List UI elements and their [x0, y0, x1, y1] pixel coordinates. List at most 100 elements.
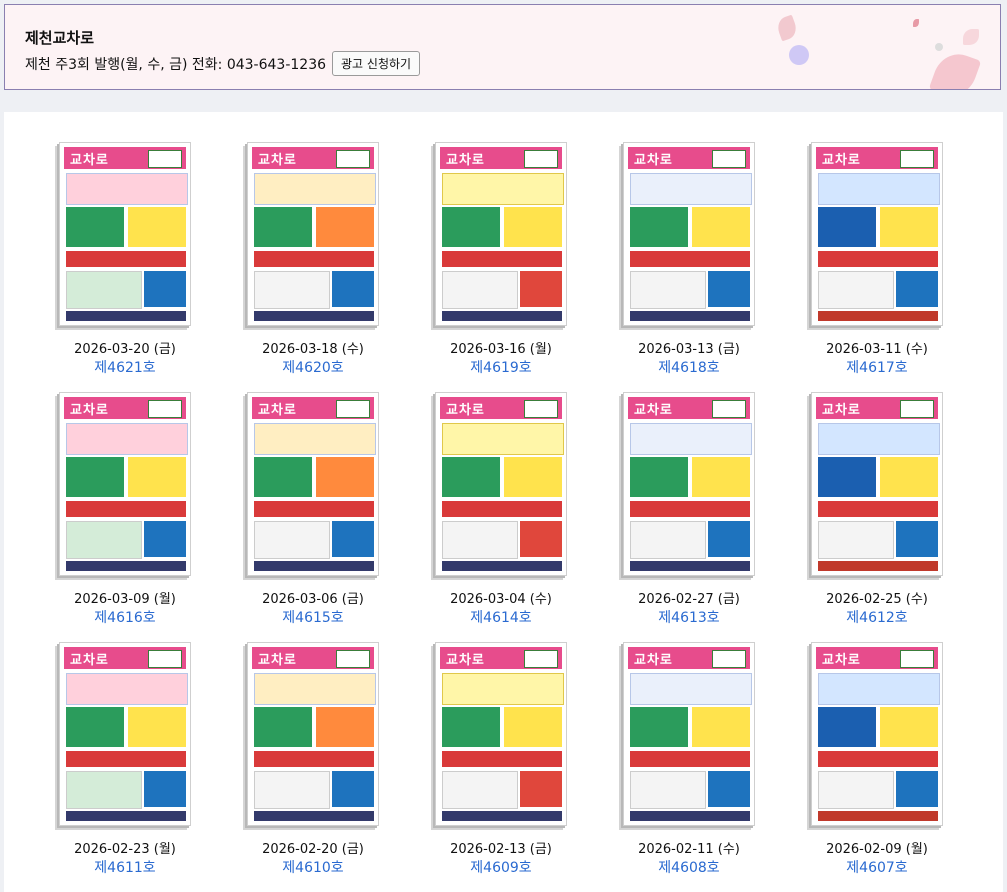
ad-block: [254, 811, 374, 821]
masthead-text: 교차로: [822, 402, 861, 418]
ad-block: [442, 771, 518, 809]
masthead-badge: [900, 400, 934, 418]
ad-block: [818, 561, 938, 571]
ad-block: [66, 423, 188, 455]
ad-block: [630, 771, 706, 809]
masthead-text: 교차로: [446, 652, 485, 668]
issue-card: 교차로 2026-03-16 (월) 제4619호: [435, 142, 567, 377]
masthead: 교차로: [440, 147, 562, 169]
ad-block: [442, 521, 518, 559]
ad-block: [442, 457, 500, 497]
publication-info-text: 제천 주3회 발행(월, 수, 금) 전화: 043-643-1236: [25, 56, 327, 73]
ad-block: [818, 207, 876, 247]
issue-number-link[interactable]: 제4610호: [282, 857, 343, 877]
issue-number-link[interactable]: 제4620호: [282, 357, 343, 377]
masthead: 교차로: [816, 647, 938, 669]
issue-cover-thumbnail[interactable]: 교차로: [811, 642, 943, 826]
ad-block: [708, 271, 750, 307]
ad-block: [254, 457, 312, 497]
issue-number-link[interactable]: 제4607호: [846, 857, 907, 877]
ad-block: [818, 423, 940, 455]
ad-block: [254, 673, 376, 705]
ad-block: [128, 707, 186, 747]
masthead-text: 교차로: [258, 152, 297, 168]
issue-cover-thumbnail[interactable]: 교차로: [435, 142, 567, 326]
issue-date: 2026-02-11 (수): [638, 842, 740, 857]
issue-cover-thumbnail[interactable]: 교차로: [623, 142, 755, 326]
issue-number-link[interactable]: 제4619호: [470, 357, 531, 377]
ad-block: [630, 501, 750, 517]
issue-cover-thumbnail[interactable]: 교차로: [435, 642, 567, 826]
ad-block: [144, 521, 186, 557]
ad-block: [818, 311, 938, 321]
ad-block: [818, 521, 894, 559]
issue-date: 2026-03-06 (금): [262, 592, 364, 607]
ad-block: [818, 707, 876, 747]
issue-cover-thumbnail[interactable]: 교차로: [623, 392, 755, 576]
ad-block: [254, 423, 376, 455]
ad-block: [66, 311, 186, 321]
issue-card: 교차로 2026-03-04 (수) 제4614호: [435, 392, 567, 627]
ad-request-button[interactable]: 광고 신청하기: [332, 51, 421, 76]
issue-cover-thumbnail[interactable]: 교차로: [435, 392, 567, 576]
ad-block: [442, 501, 562, 517]
issue-cover-thumbnail[interactable]: 교차로: [247, 142, 379, 326]
masthead: 교차로: [252, 647, 374, 669]
issue-number-link[interactable]: 제4608호: [658, 857, 719, 877]
issue-number-link[interactable]: 제4611호: [94, 857, 155, 877]
masthead-text: 교차로: [822, 652, 861, 668]
ad-block: [66, 811, 186, 821]
issue-cover-thumbnail[interactable]: 교차로: [59, 142, 191, 326]
ad-block: [442, 707, 500, 747]
petal-decoration: [913, 19, 919, 27]
ad-block: [630, 751, 750, 767]
issue-number-link[interactable]: 제4617호: [846, 357, 907, 377]
issue-cover-thumbnail[interactable]: 교차로: [811, 392, 943, 576]
issue-number-link[interactable]: 제4616호: [94, 607, 155, 627]
issue-date: 2026-03-13 (금): [638, 342, 740, 357]
masthead: 교차로: [628, 647, 750, 669]
ad-block: [708, 771, 750, 807]
ad-block: [254, 501, 374, 517]
issue-number-link[interactable]: 제4609호: [470, 857, 531, 877]
issue-date: 2026-02-27 (금): [638, 592, 740, 607]
circle-decoration: [935, 43, 943, 51]
issue-number-link[interactable]: 제4614호: [470, 607, 531, 627]
ad-block: [630, 457, 688, 497]
issue-cover-thumbnail[interactable]: 교차로: [247, 642, 379, 826]
issue-number-link[interactable]: 제4615호: [282, 607, 343, 627]
ad-block: [66, 207, 124, 247]
issue-number-link[interactable]: 제4618호: [658, 357, 719, 377]
issue-card: 교차로 2026-02-23 (월) 제4611호: [59, 642, 191, 877]
ad-block: [442, 561, 562, 571]
issue-grid: 교차로 2026-03-20 (금) 제4621호 교차로 2026-03-18 (수)…: [59, 142, 943, 877]
ad-block: [630, 811, 750, 821]
masthead-badge: [524, 400, 558, 418]
ad-block: [332, 771, 374, 807]
issue-date: 2026-03-20 (금): [74, 342, 176, 357]
masthead: 교차로: [64, 647, 186, 669]
issue-cover-thumbnail[interactable]: 교차로: [623, 642, 755, 826]
petal-decoration: [928, 47, 982, 89]
ad-block: [630, 707, 688, 747]
issue-cover-thumbnail[interactable]: 교차로: [59, 392, 191, 576]
issue-number-link[interactable]: 제4612호: [846, 607, 907, 627]
ad-block: [442, 251, 562, 267]
ad-block: [254, 251, 374, 267]
ad-block: [316, 457, 374, 497]
masthead-text: 교차로: [258, 402, 297, 418]
ad-block: [818, 771, 894, 809]
masthead-badge: [712, 650, 746, 668]
ad-block: [254, 173, 376, 205]
masthead: 교차로: [816, 147, 938, 169]
issue-cover-thumbnail[interactable]: 교차로: [59, 642, 191, 826]
issue-card: 교차로 2026-03-11 (수) 제4617호: [811, 142, 943, 377]
issue-number-link[interactable]: 제4621호: [94, 357, 155, 377]
issue-cover-thumbnail[interactable]: 교차로: [247, 392, 379, 576]
issue-cover-thumbnail[interactable]: 교차로: [811, 142, 943, 326]
issue-number-link[interactable]: 제4613호: [658, 607, 719, 627]
issue-date: 2026-02-09 (월): [826, 842, 928, 857]
issue-date: 2026-03-18 (수): [262, 342, 364, 357]
issue-card: 교차로 2026-02-13 (금) 제4609호: [435, 642, 567, 877]
ad-block: [316, 207, 374, 247]
